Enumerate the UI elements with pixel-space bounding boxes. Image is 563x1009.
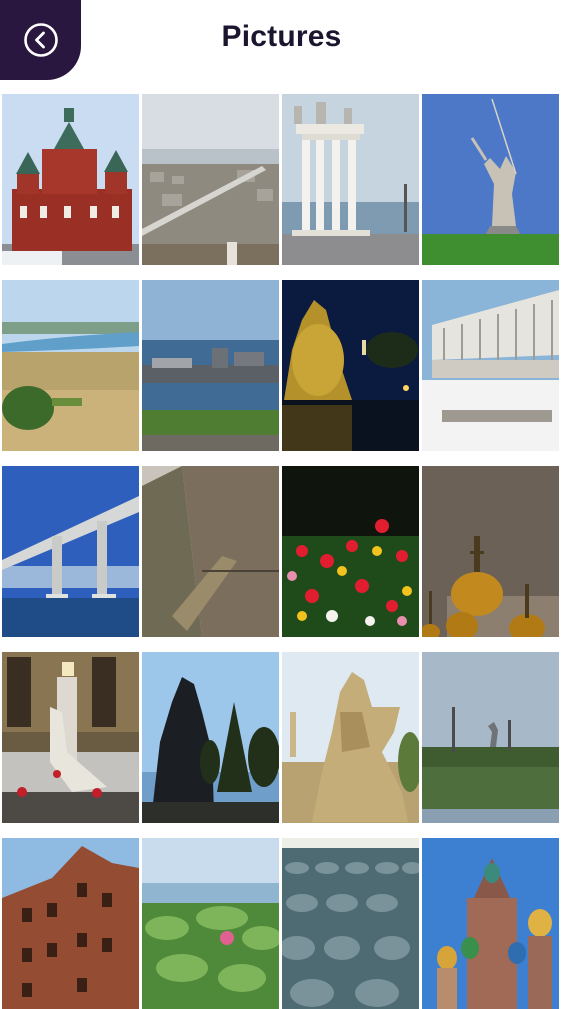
photo-soldier-sculpture[interactable] <box>282 652 419 823</box>
page-title: Pictures <box>221 20 342 53</box>
photo-lotus-pond[interactable] <box>142 838 279 1009</box>
photo-ruined-mill[interactable] <box>2 838 139 1009</box>
photo-river-valley[interactable] <box>2 280 139 451</box>
photo-motherland-statue[interactable] <box>422 94 559 265</box>
photo-golden-domes[interactable] <box>422 466 559 637</box>
photo-modern-building[interactable] <box>422 280 559 451</box>
photo-distant-statue[interactable] <box>422 652 559 823</box>
photo-night-statue[interactable] <box>282 280 419 451</box>
photo-memorial-hand[interactable] <box>2 652 139 823</box>
photo-river-aerial[interactable] <box>142 466 279 637</box>
photo-red-church[interactable] <box>2 94 139 265</box>
photo-cabbage-field[interactable] <box>282 838 419 1009</box>
photo-river-harbor[interactable] <box>142 280 279 451</box>
photo-silhouette-statue[interactable] <box>142 652 279 823</box>
photo-city-bridge-aerial[interactable] <box>142 94 279 265</box>
photo-flowers-night[interactable] <box>282 466 419 637</box>
app-header: Pictures <box>0 0 563 88</box>
photo-onion-dome-church[interactable] <box>422 838 559 1009</box>
photo-grid <box>2 94 562 1009</box>
photo-highway-bridge[interactable] <box>2 466 139 637</box>
photo-colonnade[interactable] <box>282 94 419 265</box>
